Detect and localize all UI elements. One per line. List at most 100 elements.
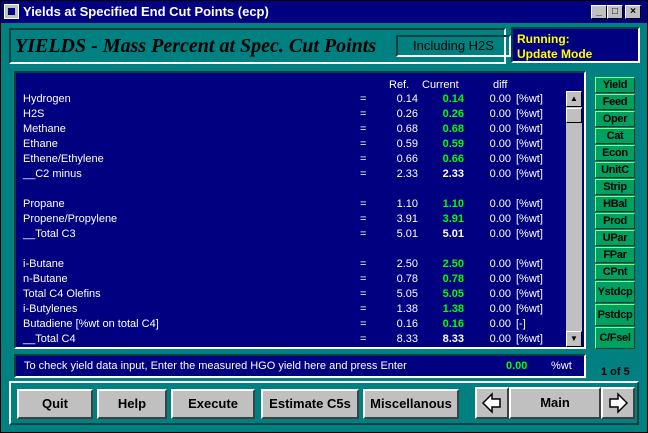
row-equals: = bbox=[360, 333, 367, 345]
current-value[interactable]: 0.26 bbox=[422, 108, 464, 120]
app-icon[interactable] bbox=[4, 4, 19, 19]
row-label: Methane bbox=[23, 123, 66, 135]
sidebar-item-cat[interactable]: Cat bbox=[595, 128, 635, 144]
next-page-button[interactable] bbox=[601, 387, 635, 419]
diff-value: 0.00 bbox=[489, 123, 511, 135]
hgo-yield-input[interactable]: 0.00 bbox=[506, 360, 527, 372]
row-equals: = bbox=[360, 303, 367, 315]
h2s-badge: Including H2S bbox=[396, 35, 511, 57]
help-button[interactable]: Help bbox=[97, 389, 167, 419]
execute-button[interactable]: Execute bbox=[171, 389, 255, 419]
sidebar-item-pstdcp[interactable]: Pstdcp bbox=[595, 304, 635, 326]
current-value[interactable]: 8.33 bbox=[422, 333, 464, 345]
minimize-button[interactable]: _ bbox=[591, 5, 607, 19]
sidebar-item-econ[interactable]: Econ bbox=[595, 145, 635, 161]
row-unit: [%wt] bbox=[516, 153, 543, 165]
current-value[interactable]: 0.59 bbox=[422, 138, 464, 150]
sidebar-item-oper[interactable]: Oper bbox=[595, 111, 635, 127]
status-panel: Running: Update Mode bbox=[511, 27, 640, 63]
close-button[interactable]: × bbox=[625, 5, 641, 19]
sidebar-item-ystdcp[interactable]: Ystdcp bbox=[595, 281, 635, 303]
row-unit: [%wt] bbox=[516, 138, 543, 150]
sidebar-item-prod[interactable]: Prod bbox=[595, 213, 635, 229]
row-equals: = bbox=[360, 168, 367, 180]
row-unit: [%wt] bbox=[516, 288, 543, 300]
ref-value: 2.33 bbox=[396, 168, 418, 180]
current-value[interactable]: 1.38 bbox=[422, 303, 464, 315]
current-value[interactable]: 0.78 bbox=[422, 273, 464, 285]
row-equals: = bbox=[360, 153, 367, 165]
diff-value: 0.00 bbox=[489, 108, 511, 120]
ref-value: 0.66 bbox=[396, 153, 418, 165]
sidebar-item-hbal[interactable]: HBal bbox=[595, 196, 635, 212]
vertical-scrollbar[interactable]: ▲ ▼ bbox=[566, 91, 582, 347]
row-unit: [%wt] bbox=[516, 303, 543, 315]
row-unit: [%wt] bbox=[516, 213, 543, 225]
ref-value: 0.26 bbox=[396, 108, 418, 120]
row-label: Propane bbox=[23, 198, 65, 210]
ref-value: 0.68 bbox=[396, 123, 418, 135]
current-value[interactable]: 5.05 bbox=[422, 288, 464, 300]
table-row: i-Butane = 2.50 2.50 0.00 [%wt] bbox=[16, 258, 566, 273]
sidebar-item-cpnt[interactable]: CPnt bbox=[595, 264, 635, 280]
column-header-ref: Ref. bbox=[389, 79, 410, 91]
row-label: H2S bbox=[23, 108, 45, 120]
diff-value: 0.00 bbox=[489, 303, 511, 315]
row-equals: = bbox=[360, 318, 367, 330]
miscellanous-button[interactable]: Miscellanous bbox=[363, 389, 459, 419]
sidebar-item-yield[interactable]: Yield bbox=[595, 77, 635, 93]
ref-value: 0.14 bbox=[396, 93, 418, 105]
current-value[interactable]: 1.10 bbox=[422, 198, 464, 210]
main-button[interactable]: Main bbox=[509, 387, 601, 419]
sidebar-item-feed[interactable]: Feed bbox=[595, 94, 635, 110]
diff-value: 0.00 bbox=[489, 138, 511, 150]
current-value[interactable]: 3.91 bbox=[422, 213, 464, 225]
row-equals: = bbox=[360, 93, 367, 105]
hgo-prompt: To check yield data input, Enter the mea… bbox=[14, 354, 586, 378]
table-row: Ethene/Ethylene = 0.66 0.66 0.00 [%wt] bbox=[16, 153, 566, 168]
row-label: n-Butane bbox=[23, 273, 68, 285]
scroll-down-button[interactable]: ▼ bbox=[566, 331, 582, 347]
diff-value: 0.00 bbox=[489, 288, 511, 300]
diff-value: 0.00 bbox=[489, 318, 511, 330]
window-title: Yields at Specified End Cut Points (ecp) bbox=[23, 4, 269, 19]
status-mode: Update Mode bbox=[517, 47, 593, 61]
maximize-button[interactable]: □ bbox=[607, 5, 623, 19]
current-value[interactable]: 2.50 bbox=[422, 258, 464, 270]
current-value[interactable]: 0.16 bbox=[422, 318, 464, 330]
current-value[interactable]: 5.01 bbox=[422, 228, 464, 240]
sidebar-item-c-fsel[interactable]: C/Fsel bbox=[595, 327, 635, 349]
table-row: Propene/Propylene = 3.91 3.91 0.00 [%wt] bbox=[16, 213, 566, 228]
table-row: Propane = 1.10 1.10 0.00 [%wt] bbox=[16, 198, 566, 213]
estimate-c5s-button[interactable]: Estimate C5s bbox=[261, 389, 359, 419]
row-label: Ethene/Ethylene bbox=[23, 153, 104, 165]
current-value[interactable]: 0.68 bbox=[422, 123, 464, 135]
arrow-right-icon bbox=[609, 392, 629, 414]
previous-page-button[interactable] bbox=[475, 387, 509, 419]
row-label: Ethane bbox=[23, 138, 58, 150]
scroll-thumb[interactable] bbox=[566, 108, 582, 123]
arrow-left-icon bbox=[481, 392, 501, 414]
page-title: YIELDS - Mass Percent at Spec. Cut Point… bbox=[15, 35, 377, 57]
current-value[interactable]: 0.66 bbox=[422, 153, 464, 165]
table-row: __Total C3 = 5.01 5.01 0.00 [%wt] bbox=[16, 228, 566, 243]
row-equals: = bbox=[360, 288, 367, 300]
sidebar-item-upar[interactable]: UPar bbox=[595, 230, 635, 246]
table-row: Total C4 Olefins = 5.05 5.05 0.00 [%wt] bbox=[16, 288, 566, 303]
sidebar-item-fpar[interactable]: FPar bbox=[595, 247, 635, 263]
current-value[interactable]: 0.14 bbox=[422, 93, 464, 105]
quit-button[interactable]: Quit bbox=[17, 389, 93, 419]
ref-value: 0.16 bbox=[396, 318, 418, 330]
sidebar-item-unitc[interactable]: UnitC bbox=[595, 162, 635, 178]
sidebar-item-strip[interactable]: Strip bbox=[595, 179, 635, 195]
diff-value: 0.00 bbox=[489, 333, 511, 345]
table-row: i-Butylenes = 1.38 1.38 0.00 [%wt] bbox=[16, 303, 566, 318]
current-value[interactable]: 2.33 bbox=[422, 168, 464, 180]
prompt-text: To check yield data input, Enter the mea… bbox=[24, 360, 407, 372]
ref-value: 3.91 bbox=[396, 213, 418, 225]
diff-value: 0.00 bbox=[489, 93, 511, 105]
table-row: __C2 minus = 2.33 2.33 0.00 [%wt] bbox=[16, 168, 566, 183]
scroll-up-button[interactable]: ▲ bbox=[566, 91, 582, 107]
title-bar: Yields at Specified End Cut Points (ecp)… bbox=[1, 1, 647, 23]
diff-value: 0.00 bbox=[489, 153, 511, 165]
